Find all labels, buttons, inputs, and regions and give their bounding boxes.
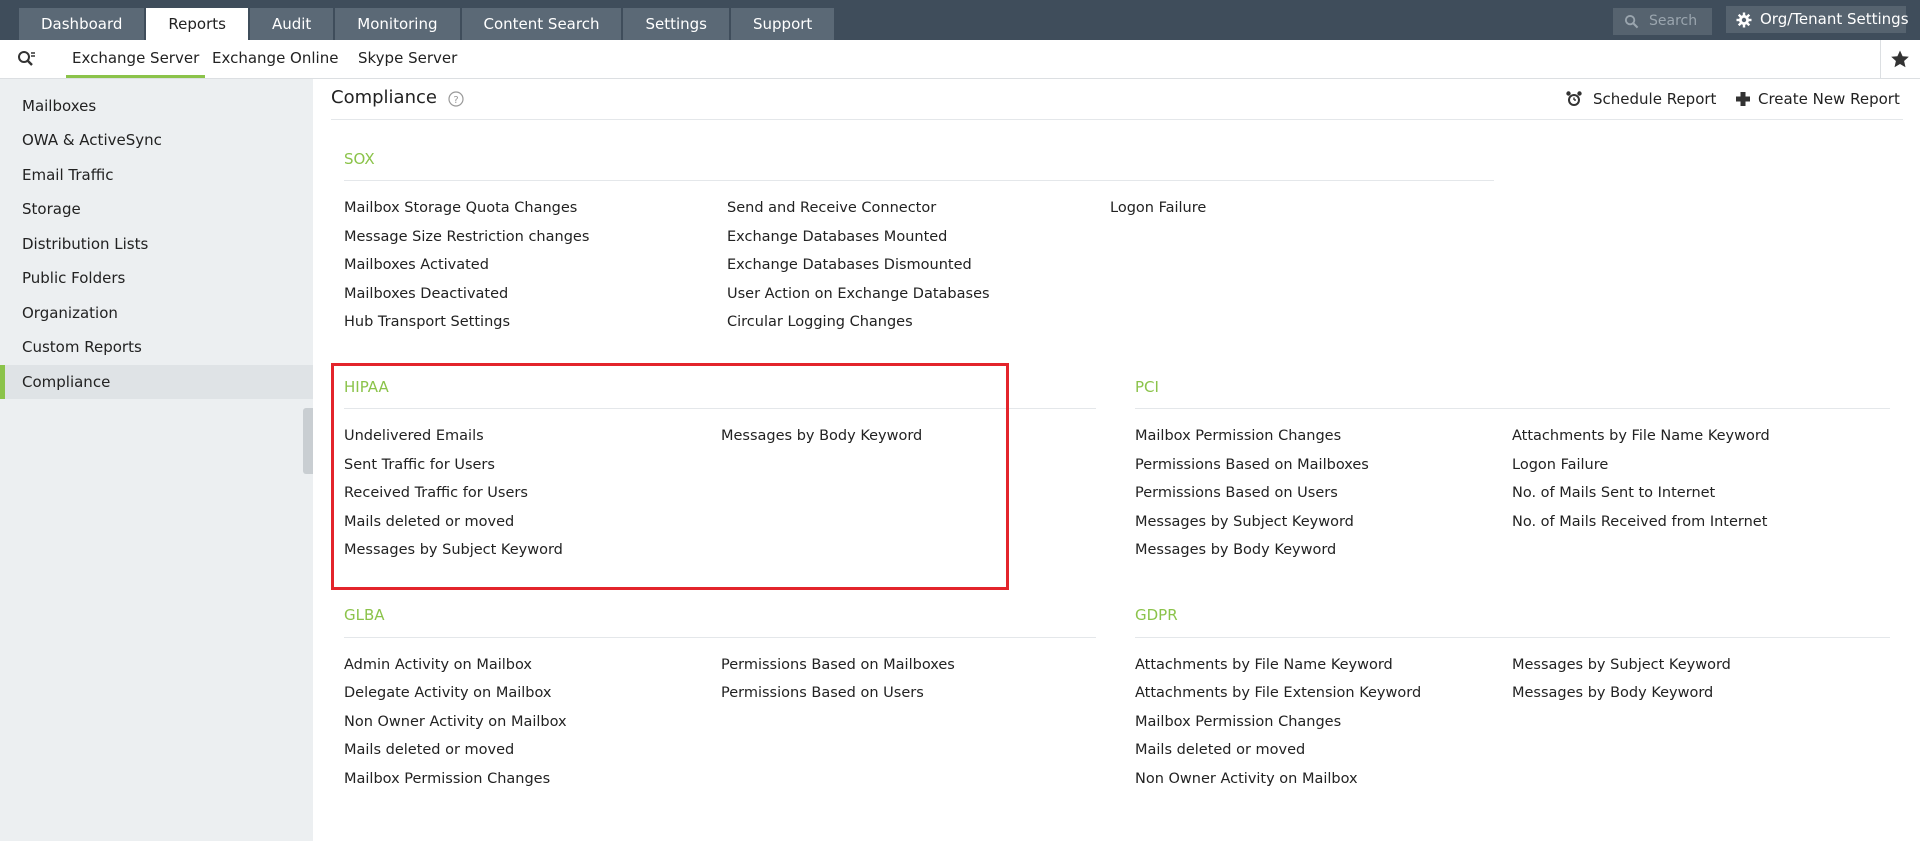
report-link[interactable]: Exchange Databases Mounted	[727, 229, 947, 245]
plus-icon	[1736, 92, 1750, 106]
divider	[1880, 40, 1881, 78]
report-link[interactable]: Attachments by File Name Keyword	[1512, 428, 1770, 444]
report-link[interactable]: Mails deleted or moved	[344, 742, 514, 758]
report-link[interactable]: Messages by Subject Keyword	[1512, 657, 1731, 673]
tab-support[interactable]: Support	[731, 8, 835, 40]
highlight-box-hipaa	[331, 363, 1009, 590]
header-divider	[331, 119, 1903, 120]
tab-dashboard[interactable]: Dashboard	[19, 8, 145, 40]
create-new-report-button[interactable]: Create New Report	[1734, 90, 1900, 108]
help-icon[interactable]: ?	[448, 91, 464, 107]
report-link[interactable]: Delegate Activity on Mailbox	[344, 685, 552, 701]
section-title-pci: PCI	[1135, 378, 1159, 396]
sidebar-item-custom-reports[interactable]: Custom Reports	[0, 330, 313, 364]
report-link[interactable]: No. of Mails Received from Internet	[1512, 514, 1767, 530]
sub-nav-bar: Exchange Server Exchange Online Skype Se…	[0, 40, 1920, 79]
sidebar-item-organization[interactable]: Organization	[0, 296, 313, 330]
tab-monitoring[interactable]: Monitoring	[335, 8, 460, 40]
schedule-report-button[interactable]: Schedule Report	[1565, 90, 1716, 108]
report-link[interactable]: Non Owner Activity on Mailbox	[1135, 771, 1358, 787]
create-new-report-label: Create New Report	[1758, 90, 1900, 108]
star-icon[interactable]	[1890, 49, 1910, 69]
sidebar: Mailboxes OWA & ActiveSync Email Traffic…	[0, 79, 313, 841]
report-link[interactable]: Mailbox Permission Changes	[1135, 428, 1341, 444]
gear-icon	[1736, 12, 1752, 28]
report-link[interactable]: Attachments by File Extension Keyword	[1135, 685, 1421, 701]
section-divider	[1135, 408, 1890, 409]
tab-content-search[interactable]: Content Search	[461, 8, 622, 40]
schedule-report-label: Schedule Report	[1593, 90, 1717, 108]
report-link[interactable]: Permissions Based on Mailboxes	[721, 657, 955, 673]
section-divider	[344, 637, 1096, 638]
report-link[interactable]: Messages by Body Keyword	[1512, 685, 1713, 701]
section-divider	[344, 180, 1494, 181]
report-link[interactable]: Mails deleted or moved	[1135, 742, 1305, 758]
sidebar-item-distribution-lists[interactable]: Distribution Lists	[0, 227, 313, 261]
report-link[interactable]: Circular Logging Changes	[727, 314, 913, 330]
report-link[interactable]: Permissions Based on Users	[1135, 485, 1338, 501]
report-link[interactable]: Admin Activity on Mailbox	[344, 657, 532, 673]
report-link[interactable]: Attachments by File Name Keyword	[1135, 657, 1393, 673]
top-bar: Dashboard Reports Audit Monitoring Conte…	[0, 0, 1920, 40]
sidebar-item-mailboxes[interactable]: Mailboxes	[0, 89, 313, 123]
report-link[interactable]: Logon Failure	[1512, 457, 1608, 473]
report-link[interactable]: Mailbox Permission Changes	[344, 771, 550, 787]
tab-reports[interactable]: Reports	[146, 8, 248, 40]
report-link[interactable]: Hub Transport Settings	[344, 314, 510, 330]
tab-settings[interactable]: Settings	[623, 8, 729, 40]
search-placeholder: Search	[1649, 13, 1698, 29]
sidebar-item-owa-activesync[interactable]: OWA & ActiveSync	[0, 123, 313, 157]
report-link[interactable]: Mailboxes Activated	[344, 257, 489, 273]
sidebar-item-public-folders[interactable]: Public Folders	[0, 261, 313, 295]
sidebar-item-compliance[interactable]: Compliance	[0, 365, 313, 399]
report-link[interactable]: Mailboxes Deactivated	[344, 286, 508, 302]
alarm-clock-icon	[1566, 91, 1582, 106]
tab-audit[interactable]: Audit	[249, 8, 334, 40]
report-link[interactable]: No. of Mails Sent to Internet	[1512, 485, 1715, 501]
report-link[interactable]: Messages by Subject Keyword	[1135, 514, 1354, 530]
report-link[interactable]: Non Owner Activity on Mailbox	[344, 714, 567, 730]
section-title-gdpr: GDPR	[1135, 606, 1178, 624]
sidebar-item-storage[interactable]: Storage	[0, 192, 313, 226]
report-link[interactable]: Exchange Databases Dismounted	[727, 257, 972, 273]
sidebar-item-email-traffic[interactable]: Email Traffic	[0, 158, 313, 192]
report-link[interactable]: Messages by Body Keyword	[1135, 542, 1336, 558]
search-input[interactable]: Search	[1613, 8, 1712, 35]
report-link[interactable]: Logon Failure	[1110, 200, 1206, 216]
report-link[interactable]: Permissions Based on Users	[721, 685, 924, 701]
report-link[interactable]: Mailbox Storage Quota Changes	[344, 200, 577, 216]
subtab-skype-server[interactable]: Skype Server	[358, 40, 457, 78]
report-link[interactable]: Send and Receive Connector	[727, 200, 936, 216]
report-link[interactable]: Mailbox Permission Changes	[1135, 714, 1341, 730]
top-tabs: Dashboard Reports Audit Monitoring Conte…	[19, 8, 836, 40]
sidebar-collapse-handle[interactable]	[303, 408, 313, 474]
svg-text:?: ?	[453, 95, 458, 106]
section-divider	[1135, 637, 1890, 638]
section-title-glba: GLBA	[344, 606, 385, 624]
search-icon	[1624, 14, 1639, 29]
report-link[interactable]: User Action on Exchange Databases	[727, 286, 990, 302]
report-link[interactable]: Permissions Based on Mailboxes	[1135, 457, 1369, 473]
org-tenant-settings-button[interactable]: Org/Tenant Settings	[1726, 6, 1909, 33]
search-menu-icon[interactable]	[16, 49, 36, 69]
subtab-exchange-online[interactable]: Exchange Online	[212, 40, 338, 78]
page-title: Compliance	[331, 87, 437, 108]
subtab-exchange-server[interactable]: Exchange Server	[66, 40, 206, 78]
section-title-sox: SOX	[344, 150, 375, 168]
report-link[interactable]: Message Size Restriction changes	[344, 229, 589, 245]
org-tenant-settings-label: Org/Tenant Settings	[1760, 10, 1909, 28]
